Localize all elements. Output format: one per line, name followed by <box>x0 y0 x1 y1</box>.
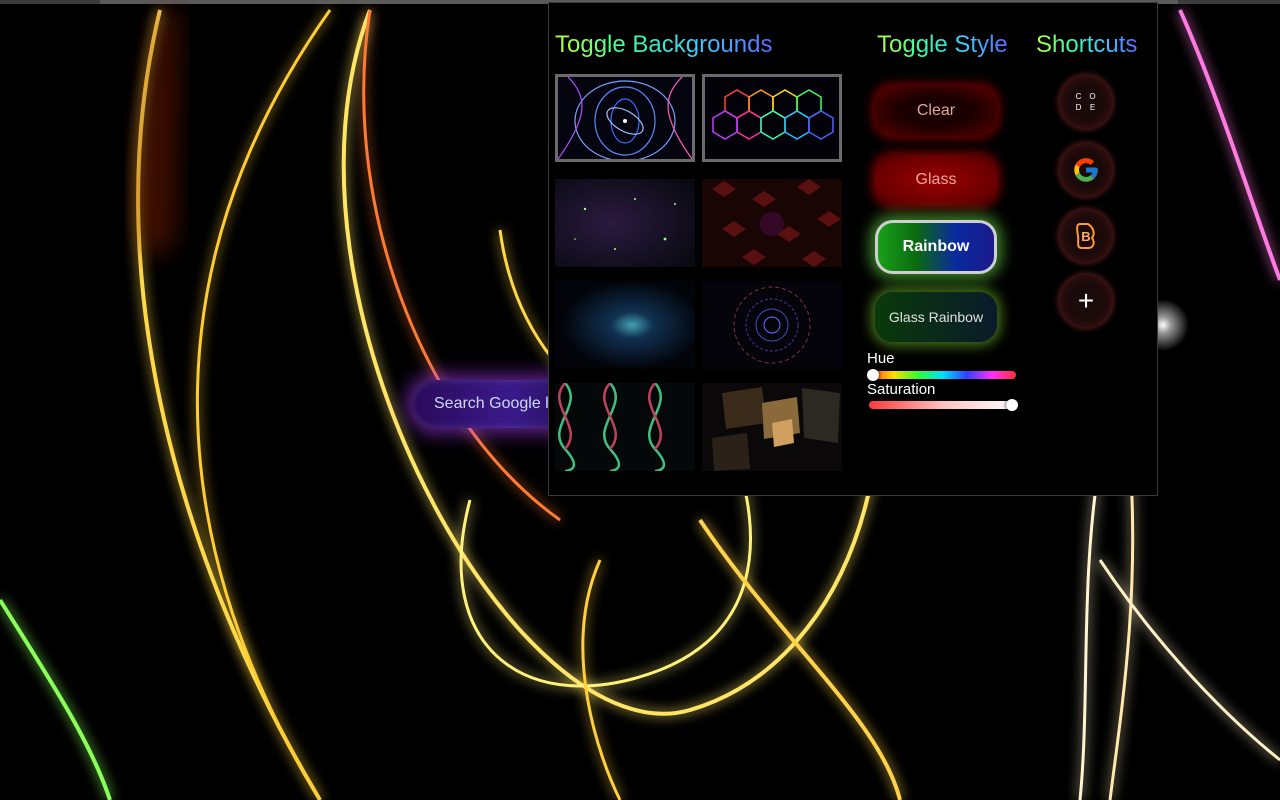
saturation-label: Saturation <box>867 381 936 398</box>
saturation-slider-handle[interactable] <box>1006 399 1018 411</box>
style-clear-button[interactable]: Clear <box>875 86 997 136</box>
background-thumb-blue-nebula[interactable] <box>555 281 695 369</box>
new-tab-page: Search Google h Toggle Backgrounds Toggl… <box>0 0 1280 800</box>
style-glass-rainbow-button[interactable]: Glass Rainbow <box>875 292 997 342</box>
blue-nebula-thumbnail <box>555 281 695 369</box>
background-thumb-cubes[interactable] <box>702 383 842 471</box>
settings-panel: Toggle Backgrounds Toggle Style Shortcut… <box>548 2 1158 496</box>
code-icon: C O D E <box>1072 91 1100 113</box>
style-glass-button[interactable]: Glass <box>875 155 997 205</box>
wave-lattice-thumbnail <box>555 383 695 471</box>
code-letter: E <box>1089 103 1097 112</box>
cubes-thumbnail <box>702 383 842 471</box>
google-icon <box>1074 158 1098 182</box>
shortcuts-title: Shortcuts <box>1036 31 1138 58</box>
circle-tunnel-thumbnail <box>702 281 842 369</box>
hue-slider[interactable] <box>869 371 1016 379</box>
background-thumb-neon-hexagons[interactable] <box>702 74 842 162</box>
background-thumb-orbit-rings[interactable] <box>555 74 695 162</box>
hue-slider-handle[interactable] <box>867 369 879 381</box>
style-rainbow-button[interactable]: Rainbow <box>875 220 997 274</box>
neon-hexagons-thumbnail <box>705 77 839 159</box>
orbit-rings-thumbnail <box>558 77 692 159</box>
code-letter: D <box>1075 103 1083 112</box>
background-thumb-wave-lattice[interactable] <box>555 383 695 471</box>
shortcut-code[interactable]: C O D E <box>1060 76 1112 128</box>
background-thumb-red-pattern[interactable] <box>702 179 842 267</box>
svg-text:B: B <box>1081 229 1090 244</box>
plus-icon: + <box>1077 285 1095 316</box>
starfield-thumbnail <box>555 179 695 267</box>
hue-label: Hue <box>867 350 895 367</box>
toggle-style-title: Toggle Style <box>877 31 1008 58</box>
red-pattern-thumbnail <box>702 179 842 267</box>
background-thumb-circle-tunnel[interactable] <box>702 281 842 369</box>
saturation-slider[interactable] <box>869 401 1016 409</box>
code-letter: C <box>1075 92 1083 101</box>
code-letter: O <box>1089 92 1097 101</box>
shortcut-bootstrap[interactable]: B <box>1060 210 1112 262</box>
add-shortcut-button[interactable]: + <box>1060 275 1112 327</box>
bootstrap-icon: B <box>1076 223 1095 249</box>
toggle-backgrounds-title: Toggle Backgrounds <box>555 31 773 58</box>
background-thumb-starfield[interactable] <box>555 179 695 267</box>
shortcut-google[interactable] <box>1060 144 1112 196</box>
